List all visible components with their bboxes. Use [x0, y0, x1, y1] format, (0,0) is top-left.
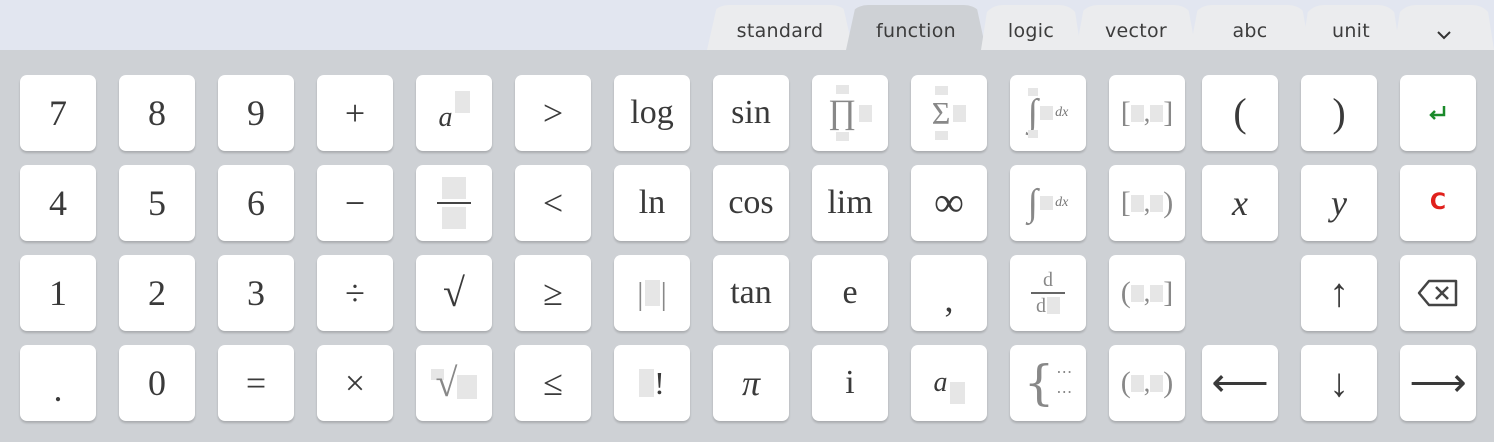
key-9[interactable]: 9 [218, 75, 294, 151]
key-minus[interactable]: − [317, 165, 393, 241]
key-open-interval[interactable]: (,) [1109, 345, 1185, 421]
key-sin[interactable]: sin [713, 75, 789, 151]
keyboard-tab-bar: standard function logic vector abc unit [0, 0, 1494, 50]
key-fraction[interactable] [416, 165, 492, 241]
tab-label: abc [1232, 20, 1268, 42]
key-comma[interactable]: , [911, 255, 987, 331]
key-lim[interactable]: lim [812, 165, 888, 241]
tab-logic[interactable]: logic [981, 5, 1081, 50]
key-5[interactable]: 5 [119, 165, 195, 241]
key-tan[interactable]: tan [713, 255, 789, 331]
integral-icon: ∫ [1027, 182, 1039, 224]
tab-label: vector [1104, 20, 1168, 42]
key-clear[interactable]: C [1400, 165, 1476, 241]
tab-vector[interactable]: vector [1076, 5, 1196, 50]
tab-label: function [875, 20, 956, 42]
chevron-down-icon [1437, 31, 1451, 40]
key-up-arrow[interactable]: ↑ [1301, 255, 1377, 331]
key-greater-equal[interactable]: ≥ [515, 255, 591, 331]
key-divide[interactable]: ÷ [317, 255, 393, 331]
tab-label: logic [1007, 20, 1055, 42]
key-sum[interactable]: Σ [911, 75, 987, 151]
backspace-icon [1417, 279, 1458, 307]
key-pi[interactable]: π [713, 345, 789, 421]
key-decimal-point[interactable]: . [20, 345, 96, 421]
fraction-icon [437, 177, 471, 229]
key-down-arrow[interactable]: ↓ [1301, 345, 1377, 421]
key-subscript[interactable]: a [911, 345, 987, 421]
placeholder-box [454, 91, 470, 113]
key-left-arrow[interactable]: ⟵ [1202, 345, 1278, 421]
key-derivative[interactable]: dd [1010, 255, 1086, 331]
tab-label: standard [736, 20, 824, 42]
key-e[interactable]: e [812, 255, 888, 331]
key-factorial[interactable]: ! [614, 345, 690, 421]
key-cos[interactable]: cos [713, 165, 789, 241]
key-power[interactable]: a [416, 75, 492, 151]
key-log[interactable]: log [614, 75, 690, 151]
key-backspace[interactable] [1400, 255, 1476, 331]
key-8[interactable]: 8 [119, 75, 195, 151]
tab-function[interactable]: function [846, 5, 986, 50]
key-integral[interactable]: ∫ dx [1010, 165, 1086, 241]
tab-unit[interactable]: unit [1302, 5, 1400, 50]
key-1[interactable]: 1 [20, 255, 96, 331]
key-ln[interactable]: ln [614, 165, 690, 241]
key-3[interactable]: 3 [218, 255, 294, 331]
key-half-open-interval-left[interactable]: (,] [1109, 255, 1185, 331]
key-less-than[interactable]: < [515, 165, 591, 241]
key-2[interactable]: 2 [119, 255, 195, 331]
integral-icon: ∫ [1027, 91, 1039, 134]
key-greater-than[interactable]: > [515, 75, 591, 151]
key-7[interactable]: 7 [20, 75, 96, 151]
tab-label: unit [1331, 20, 1370, 42]
key-times[interactable]: × [317, 345, 393, 421]
key-definite-integral[interactable]: ∫ dx [1010, 75, 1086, 151]
key-plus[interactable]: + [317, 75, 393, 151]
key-enter[interactable] [1400, 75, 1476, 151]
key-product[interactable]: ∏ [812, 75, 888, 151]
key-infinity[interactable]: ∞ [911, 165, 987, 241]
key-equals[interactable]: = [218, 345, 294, 421]
key-0[interactable]: 0 [119, 345, 195, 421]
key-sqrt[interactable]: √ [416, 255, 492, 331]
key-less-equal[interactable]: ≤ [515, 345, 591, 421]
tabs-more-button[interactable] [1394, 5, 1494, 50]
key-piecewise-cases[interactable]: {⋯ ⋯ [1010, 345, 1086, 421]
key-i[interactable]: i [812, 345, 888, 421]
key-right-paren[interactable]: ) [1301, 75, 1377, 151]
tab-abc[interactable]: abc [1190, 5, 1310, 50]
function-keypad: 7 8 9 + a > log sin ∏ Σ ∫ dx [,] ( ) 4 5 … [0, 50, 1494, 442]
key-closed-interval[interactable]: [,] [1109, 75, 1185, 151]
left-brace-icon: { [1023, 355, 1055, 411]
enter-icon [1429, 106, 1446, 120]
key-left-paren[interactable]: ( [1202, 75, 1278, 151]
key-half-open-interval-right[interactable]: [,) [1109, 165, 1185, 241]
key-nth-root[interactable]: √ [416, 345, 492, 421]
key-6[interactable]: 6 [218, 165, 294, 241]
tab-standard[interactable]: standard [707, 5, 853, 50]
key-right-arrow[interactable]: ⟶ [1400, 345, 1476, 421]
key-y[interactable]: y [1301, 165, 1377, 241]
key-x[interactable]: x [1202, 165, 1278, 241]
key-absolute-value[interactable]: | | [614, 255, 690, 331]
key-4[interactable]: 4 [20, 165, 96, 241]
derivative-icon: dd [1031, 270, 1065, 316]
